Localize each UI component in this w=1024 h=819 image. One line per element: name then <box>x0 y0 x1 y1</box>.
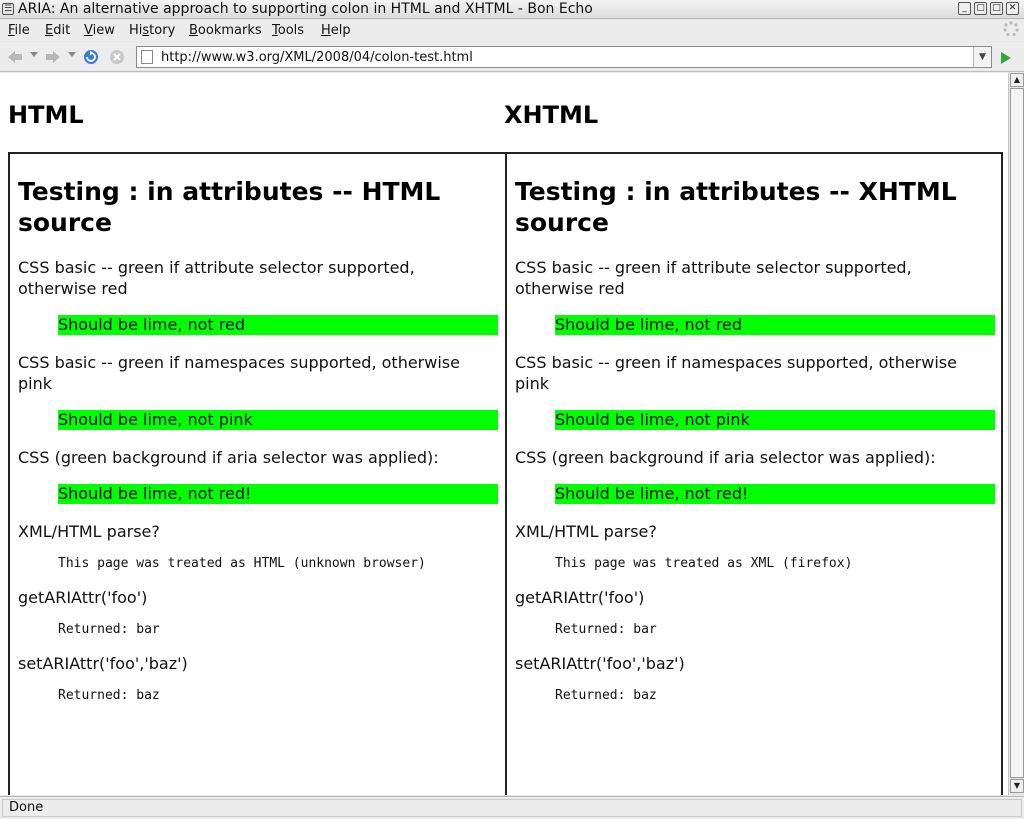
test-description: getARIAttr('foo') <box>515 588 645 607</box>
menu-bookmarks-label: ookmarks <box>197 23 262 38</box>
lime-result-box: Should be lime, not red! <box>58 484 498 504</box>
restore-button[interactable]: ▢ <box>974 2 987 15</box>
result-output: This page was treated as HTML (unknown b… <box>58 556 426 571</box>
lime-result-box: Should be lime, not red! <box>555 484 995 504</box>
test-description: CSS (green background if aria selector w… <box>515 448 936 467</box>
scroll-down-arrow-icon[interactable]: ▼ <box>1010 779 1024 793</box>
window-menu-icon[interactable]: ☰ <box>2 3 14 15</box>
menu-help[interactable]: Help <box>321 23 351 38</box>
scroll-up-arrow-icon[interactable]: ▲ <box>1010 73 1024 87</box>
result-output: Returned: bar <box>555 622 657 637</box>
iframe-xhtml[interactable]: Testing : in attributes -- XHTML source … <box>505 152 1003 795</box>
column-header-xhtml: XHTML <box>504 101 599 129</box>
scrollbar-thumb[interactable] <box>1010 88 1024 778</box>
test-description: XML/HTML parse? <box>18 522 160 541</box>
throbber-icon <box>1002 20 1020 38</box>
menu-help-label: elp <box>330 23 351 38</box>
back-arrow-icon[interactable] <box>6 48 24 66</box>
maximize-button[interactable]: □ <box>990 2 1003 15</box>
menu-file[interactable]: File <box>8 23 30 38</box>
test-description: CSS basic -- green if namespaces support… <box>515 353 957 393</box>
menu-view-label: iew <box>92 23 115 38</box>
test-description: setARIAttr('foo','baz') <box>515 654 685 673</box>
vertical-scrollbar[interactable]: ▲ ▼ <box>1008 73 1024 795</box>
test-description: CSS basic -- green if attribute selector… <box>18 258 415 298</box>
test-description: CSS (green background if aria selector w… <box>18 448 439 467</box>
menu-edit-accel: E <box>45 23 54 38</box>
title-bar[interactable]: ☰ ARIA: An alternative approach to suppo… <box>0 0 1024 19</box>
forward-arrow-icon[interactable] <box>44 48 62 66</box>
status-bar: Done <box>0 796 1024 819</box>
page-icon <box>141 50 153 64</box>
test-heading: Testing : in attributes -- XHTML source <box>515 177 957 237</box>
result-output: Returned: baz <box>555 688 657 703</box>
minimize-button[interactable]: _ <box>958 2 971 15</box>
result-output: This page was treated as XML (firefox) <box>555 556 853 571</box>
menu-history-pre: Hi <box>129 23 143 38</box>
status-text: Done <box>2 799 1022 817</box>
back-history-dropdown-icon[interactable] <box>30 51 38 60</box>
menu-tools-label: ools <box>277 23 305 38</box>
test-description: setARIAttr('foo','baz') <box>18 654 188 673</box>
menu-help-accel: H <box>321 23 331 38</box>
test-description: XML/HTML parse? <box>515 522 657 541</box>
forward-history-dropdown-icon[interactable] <box>68 51 76 60</box>
lime-result-box: Should be lime, not red <box>555 315 995 335</box>
test-description: getARIAttr('foo') <box>18 588 148 607</box>
test-heading: Testing : in attributes -- HTML source <box>18 177 441 237</box>
menu-bookmarks-accel: B <box>189 23 198 38</box>
menu-bookmarks[interactable]: Bookmarks <box>189 23 262 38</box>
url-history-dropdown-icon[interactable]: ▼ <box>973 47 991 67</box>
test-description: CSS basic -- green if namespaces support… <box>18 353 460 393</box>
menu-edit-label: dit <box>53 23 71 38</box>
column-header-html: HTML <box>8 101 84 129</box>
result-output: Returned: baz <box>58 688 160 703</box>
iframe-html[interactable]: Testing : in attributes -- HTML source C… <box>8 152 506 795</box>
menu-file-label: ile <box>14 23 30 38</box>
window-title: ARIA: An alternative approach to support… <box>18 1 593 17</box>
close-button[interactable]: ✕ <box>1006 2 1019 15</box>
go-arrow-icon[interactable] <box>996 49 1014 67</box>
lime-result-box: Should be lime, not red <box>58 315 498 335</box>
navigation-toolbar: http://www.w3.org/XML/2008/04/colon-test… <box>0 42 1024 72</box>
page-content: HTML XHTML Testing : in attributes -- HT… <box>0 73 1008 795</box>
menu-bar: File Edit View History Bookmarks Tools H… <box>0 20 1024 41</box>
result-output: Returned: bar <box>58 622 160 637</box>
stop-icon[interactable] <box>108 48 126 66</box>
menu-view-accel: V <box>84 23 93 38</box>
lime-result-box: Should be lime, not pink <box>555 410 995 430</box>
url-bar[interactable]: http://www.w3.org/XML/2008/04/colon-test… <box>136 46 992 68</box>
menu-history-label: tory <box>149 23 176 38</box>
menu-history[interactable]: History <box>129 23 175 38</box>
menu-edit[interactable]: Edit <box>45 23 70 38</box>
url-input[interactable]: http://www.w3.org/XML/2008/04/colon-test… <box>161 50 473 65</box>
lime-result-box: Should be lime, not pink <box>58 410 498 430</box>
test-description: CSS basic -- green if attribute selector… <box>515 258 912 298</box>
menu-tools[interactable]: Tools <box>272 23 304 38</box>
reload-icon[interactable] <box>82 48 100 66</box>
menu-view[interactable]: View <box>84 23 115 38</box>
